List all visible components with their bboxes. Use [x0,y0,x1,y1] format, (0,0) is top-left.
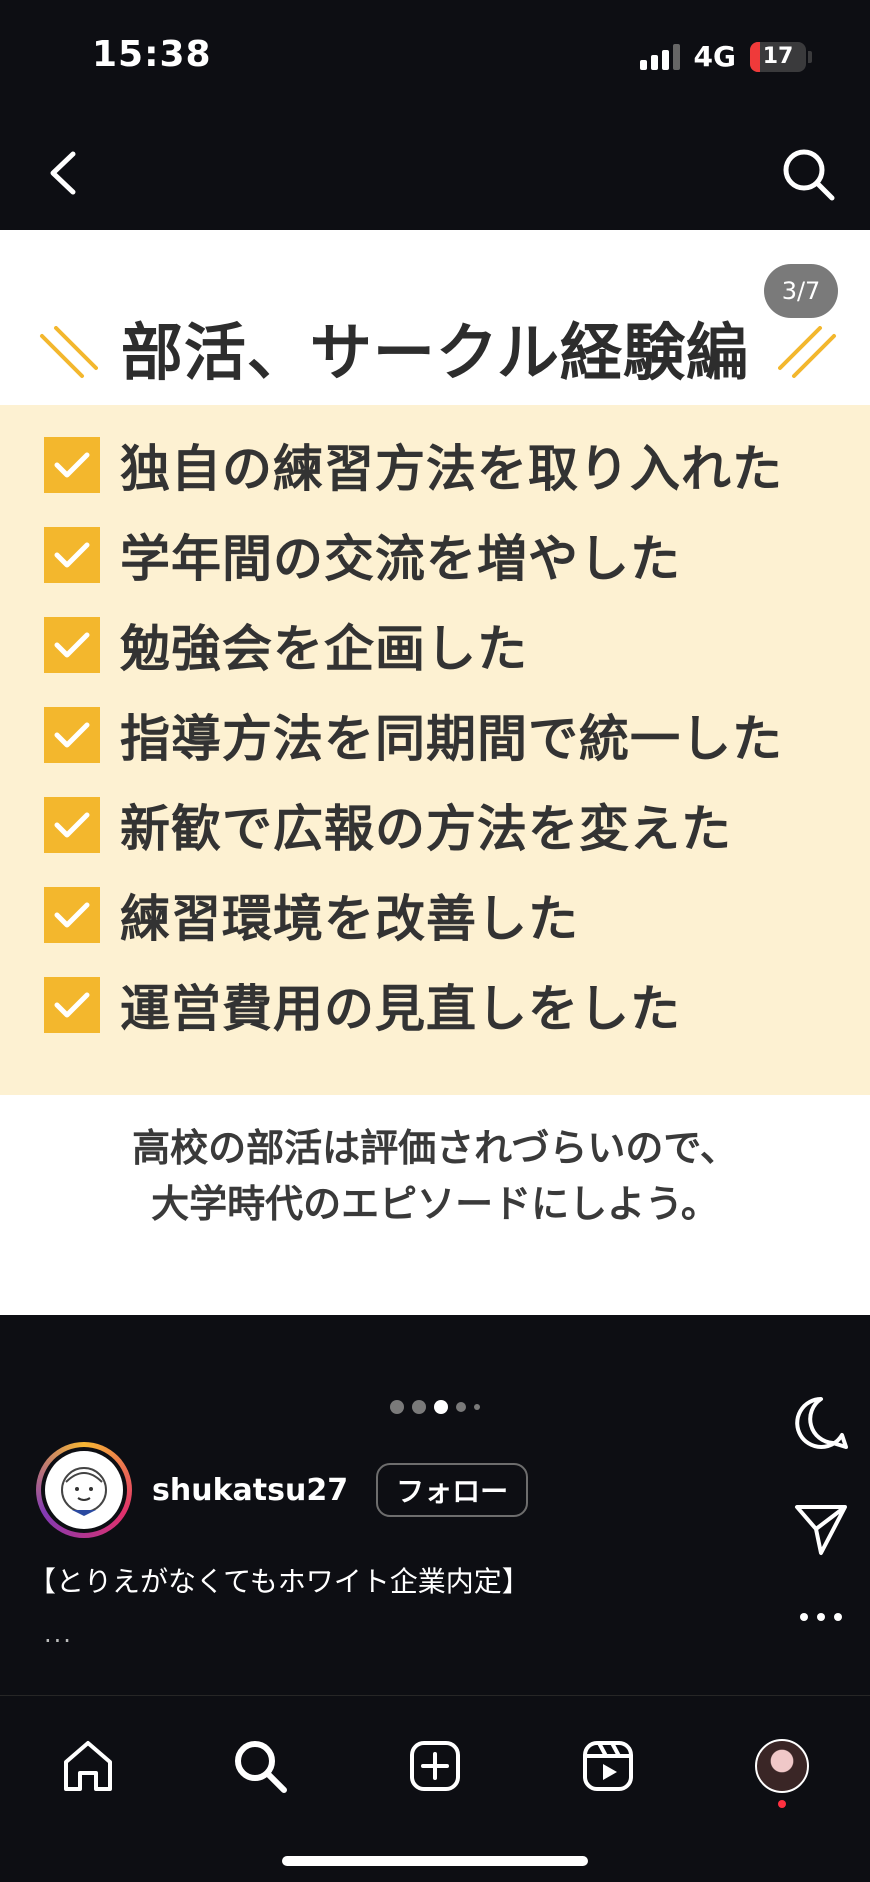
share-button[interactable] [784,1500,858,1558]
back-button[interactable] [28,138,98,208]
checklist-item: 練習環境を改善した [44,885,579,948]
status-indicators: 4G 17 [639,40,812,73]
checklist-text: 学年間の交流を増やした [120,530,681,588]
checkbox-icon [44,977,100,1033]
checklist-text: 指導方法を同期間で統一した [120,710,783,768]
checkbox-icon [44,617,100,673]
carousel-dot [390,1400,404,1414]
footer-line-1: 高校の部活は評価されづらいので、 [132,1126,738,1170]
author-avatar[interactable] [36,1442,132,1538]
network-label: 4G [693,40,736,73]
checklist-text: 新歓で広報の方法を変えた [120,800,732,858]
checklist-item: 学年間の交流を増やした [44,525,681,588]
checkbox-icon [44,437,100,493]
reels-icon [583,1741,633,1791]
battery-level: 17 [762,44,794,69]
tab-home[interactable] [48,1726,128,1806]
checklist-item: 勉強会を企画した [44,615,528,678]
battery-nub [808,50,812,63]
avatar-illustration-icon [45,1451,123,1529]
checklist-item: 新歓で広報の方法を変えた [44,795,732,858]
search-tab-icon [235,1741,287,1793]
more-options-button[interactable] [784,1610,858,1624]
battery-icon: 17 [750,41,806,72]
tab-profile[interactable] [742,1726,822,1808]
tab-reels[interactable] [568,1726,648,1806]
like-button[interactable]: 295 [784,1230,858,1318]
post-image[interactable]: 部活、サークル経験編 3/7 独自の練習方法を取り入れた 学年間の交流を増やした… [0,230,870,1315]
author-row: shukatsu27 フォロー [36,1440,529,1540]
bottom-tab-bar [0,1695,870,1882]
share-icon [795,1505,847,1555]
tab-search[interactable] [220,1726,300,1806]
carousel-dot [412,1400,426,1414]
carousel-dot [474,1404,480,1410]
more-icon [800,1613,842,1621]
checkbox-icon [44,887,100,943]
back-icon [50,151,76,195]
home-indicator [282,1856,588,1866]
carousel-dot [456,1402,466,1412]
checklist-text: 勉強会を企画した [120,620,528,678]
status-time: 15:38 [92,34,212,75]
checklist-text: 運営費用の見直しをした [120,980,681,1038]
footer-line-2: 大学時代のエピソードにしよう。 [151,1182,719,1226]
checkbox-icon [44,797,100,853]
profile-avatar [755,1739,809,1793]
home-icon [64,1741,112,1791]
battery-fill [750,41,760,72]
title-deco-right-icon [778,326,836,378]
search-button[interactable] [768,134,848,214]
signal-icon [639,43,680,70]
post-footer-text: 高校の部活は評価されづらいので、 大学時代のエピソードにしよう。 [0,1120,870,1232]
page-counter: 3/7 [764,264,838,318]
checklist-item: 指導方法を同期間で統一した [44,705,783,768]
heart-icon [791,1232,851,1286]
create-icon [410,1741,460,1791]
follow-button[interactable]: フォロー [376,1463,529,1517]
tab-create[interactable] [395,1726,475,1806]
status-bar: 15:38 4G 17 [0,0,870,110]
like-count: 295 [798,1290,844,1318]
author-username[interactable]: shukatsu27 [152,1473,348,1508]
checklist-text: 練習環境を改善した [120,890,579,948]
caption-text[interactable]: 【とりえがなくてもホワイト企業内定】 [28,1560,530,1600]
top-nav [0,120,870,230]
checklist-text: 独自の練習方法を取り入れた [120,440,783,498]
notification-dot [778,1800,786,1808]
checkbox-icon [44,527,100,583]
checklist-panel: 独自の練習方法を取り入れた 学年間の交流を増やした 勉強会を企画した 指導方法を… [0,405,870,1095]
carousel-indicator [0,1400,870,1414]
post-title: 部活、サークル経験編 [120,316,750,389]
search-icon [783,149,835,201]
checklist-item: 独自の練習方法を取り入れた [44,435,783,498]
caption-more-link[interactable]: ... [44,1620,73,1648]
checklist-item: 運営費用の見直しをした [44,975,681,1038]
carousel-dot-active [434,1400,448,1414]
checkbox-icon [44,707,100,763]
